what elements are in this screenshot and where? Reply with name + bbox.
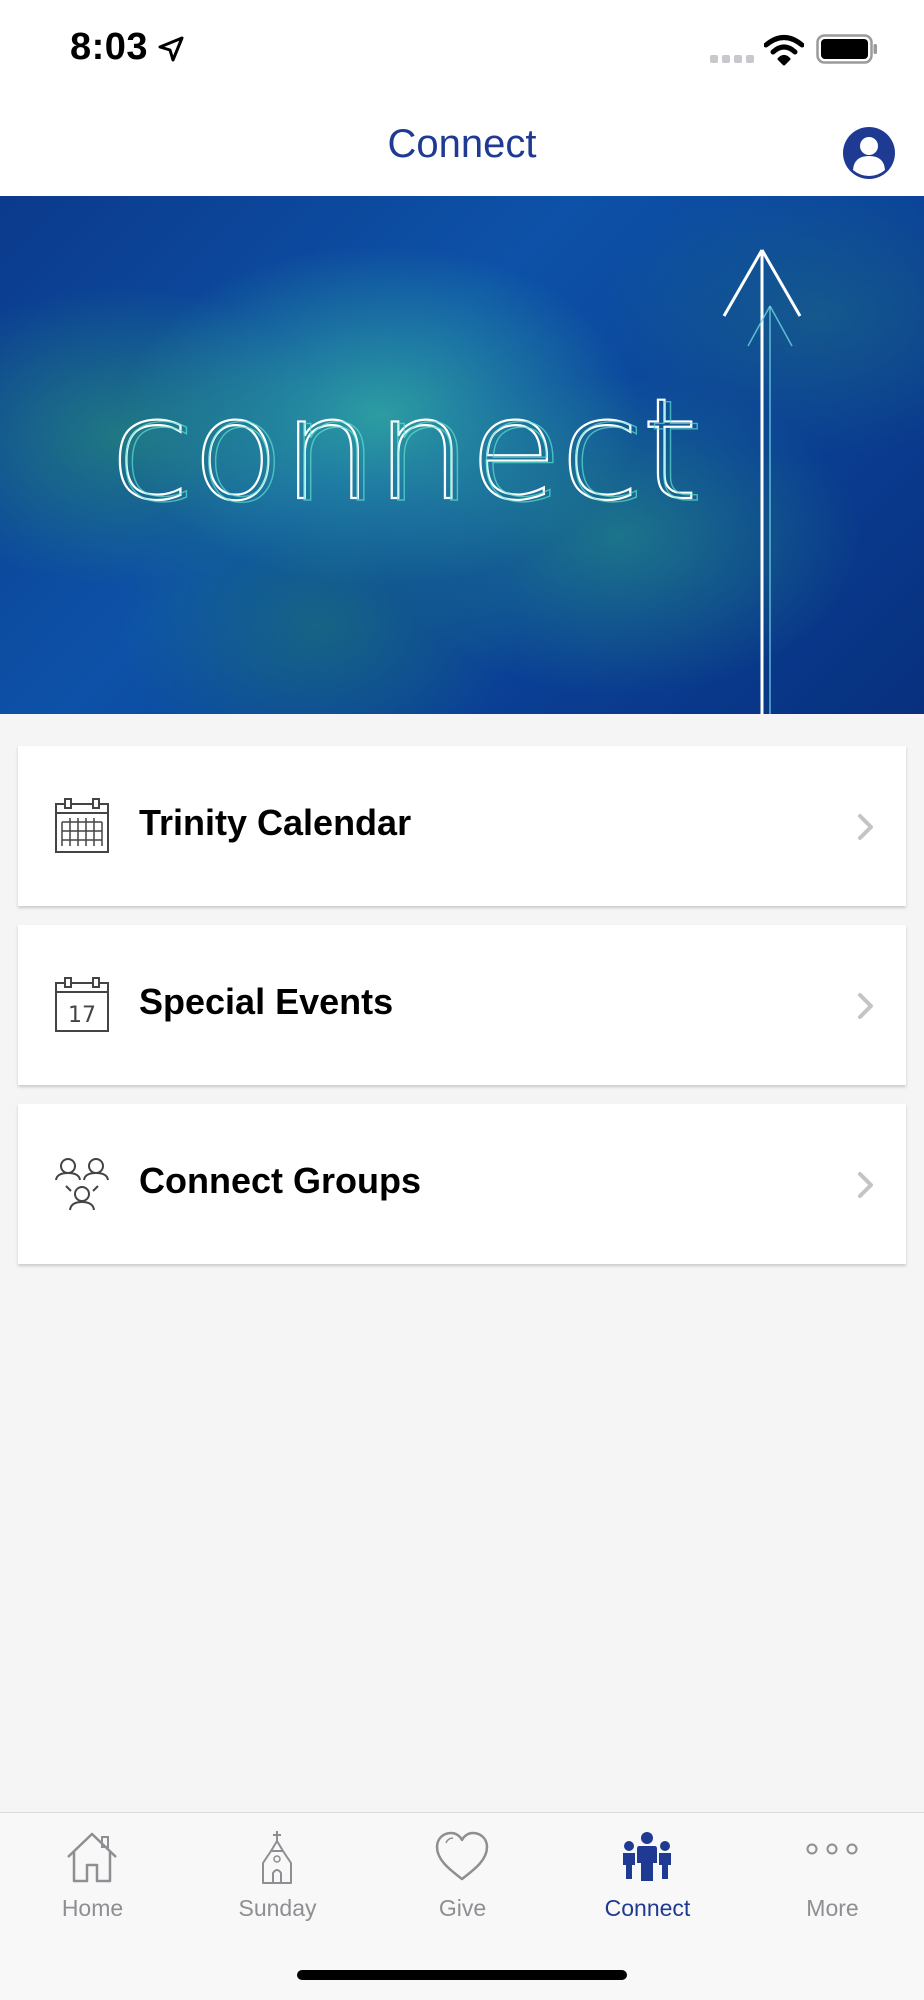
chevron-right-icon [858,993,873,1019]
status-bar: 8:03 [0,0,924,100]
calendar-date-text: 17 [68,1003,96,1028]
tab-sunday[interactable]: Sunday [185,1813,370,1933]
hero-banner: connect connect [0,196,924,714]
tab-label: Sunday [238,1895,317,1921]
tab-label: Give [438,1895,487,1921]
wifi-icon [764,35,804,66]
menu-item-label: Trinity Calendar [139,802,412,843]
page-title: Connect [387,122,537,166]
tab-label: Connect [604,1895,691,1921]
cellular-signal-icon [710,55,754,63]
hero-text-shadow: connect [116,386,706,526]
home-indicator [297,1970,627,1980]
calendar-date-icon: 17 [55,977,109,1032]
nav-bar: Connect [0,100,924,196]
chevron-right-icon [858,1172,873,1198]
battery-icon [816,34,877,64]
chevron-right-icon [858,814,873,840]
arrow-up-graphic [722,249,802,714]
status-time: 8:03 [70,26,149,68]
tab-more[interactable]: More [740,1813,924,1933]
home-icon [67,1832,117,1883]
user-circle-icon[interactable] [842,126,896,180]
more-dots-icon [806,1843,858,1855]
tab-give[interactable]: Give [370,1813,555,1933]
church-icon [262,1831,292,1884]
menu-item-connect-groups[interactable]: Connect Groups [18,1104,906,1264]
heart-icon [435,1831,489,1881]
tab-connect[interactable]: Connect [555,1813,740,1933]
menu-item-label: Special Events [139,981,394,1022]
tab-label: Home [61,1895,124,1921]
group-people-icon [55,1158,109,1211]
people-icon [623,1832,671,1881]
menu-item-label: Connect Groups [139,1160,422,1201]
menu-list: Trinity Calendar 17 Special Events Conne… [18,746,906,1283]
location-arrow-icon [158,36,184,62]
menu-item-trinity-calendar[interactable]: Trinity Calendar [18,746,906,906]
calendar-grid-icon [55,798,109,853]
tab-home[interactable]: Home [0,1813,185,1933]
menu-item-special-events[interactable]: 17 Special Events [18,925,906,1085]
hero-connect-wordmark: connect connect [110,386,706,526]
tab-label: More [806,1895,859,1921]
